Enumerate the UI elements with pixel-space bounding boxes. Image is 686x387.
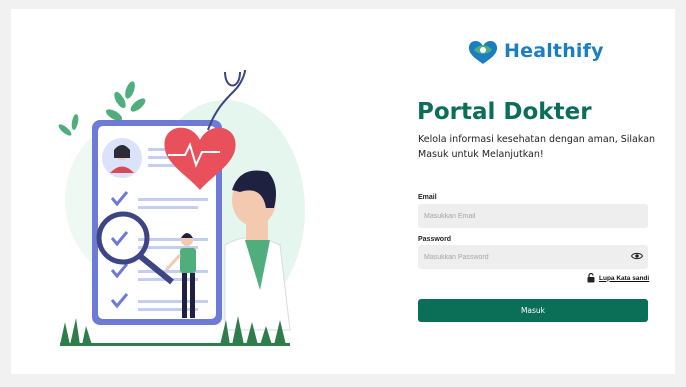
page-subtitle: Kelola informasi kesehatan dengan aman, …	[418, 134, 656, 160]
forgot-password-link[interactable]: Lupa Kata sandi	[587, 273, 649, 283]
unlock-icon	[587, 273, 595, 283]
forgot-password-label: Lupa Kata sandi	[599, 274, 650, 282]
brand-logo: Healthify	[466, 38, 604, 64]
password-input[interactable]	[418, 245, 648, 269]
eye-icon[interactable]	[631, 251, 643, 261]
login-button[interactable]: Masuk	[418, 299, 648, 322]
email-label: Email	[418, 194, 437, 201]
brand-name: Healthify	[504, 40, 604, 62]
password-label: Password	[418, 236, 452, 243]
email-input[interactable]	[418, 204, 648, 228]
page-title: Portal Dokter	[417, 99, 592, 125]
healthify-logo-icon	[468, 40, 498, 64]
doctor-illustration	[58, 69, 305, 346]
